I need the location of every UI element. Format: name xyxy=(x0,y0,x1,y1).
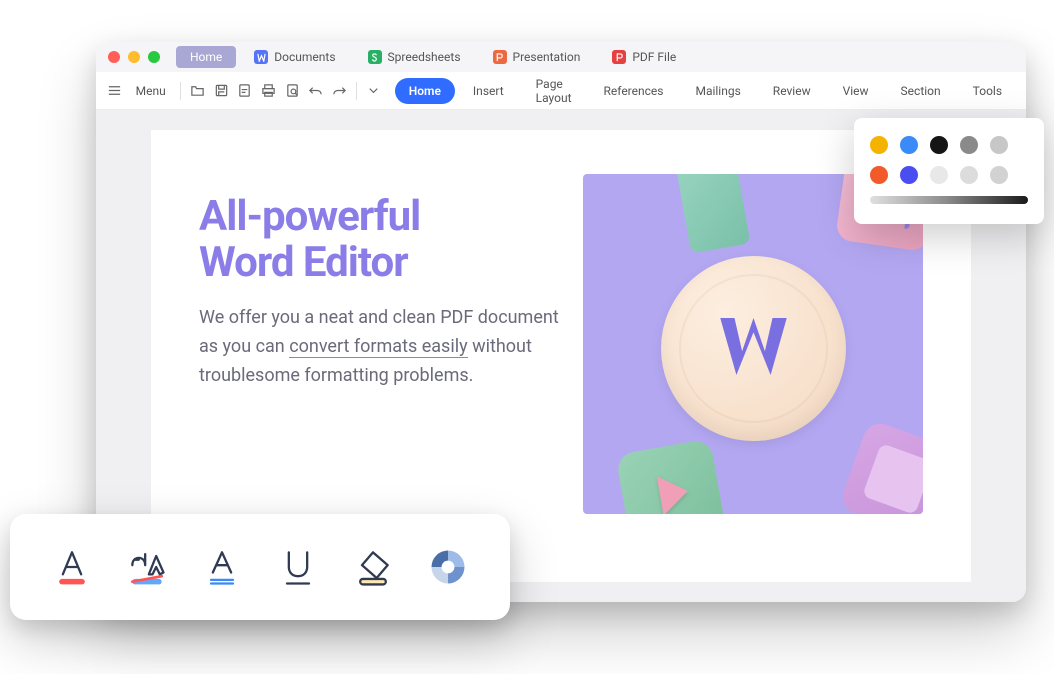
color-row-1 xyxy=(870,136,1028,154)
presentation-icon xyxy=(493,50,507,64)
ribbon-tab-page-layout[interactable]: Page Layout xyxy=(522,71,586,111)
gradient-slider[interactable] xyxy=(870,196,1028,204)
ribbon-tab-tools[interactable]: Tools xyxy=(959,78,1016,104)
print-icon[interactable] xyxy=(260,81,278,101)
app-tab-spreadsheets[interactable]: Spreedsheets xyxy=(354,46,475,68)
color-swatch[interactable] xyxy=(900,166,918,184)
app-tab-label: Spreedsheets xyxy=(388,50,461,64)
titlebar: Home Documents Spreedsheets Presentation… xyxy=(96,42,1026,72)
color-swatch[interactable] xyxy=(960,166,978,184)
ribbon-tab-mailings[interactable]: Mailings xyxy=(681,78,754,104)
app-tabs: Home Documents Spreedsheets Presentation… xyxy=(176,46,690,68)
ribbon-tab-view[interactable]: View xyxy=(829,78,883,104)
underline-button[interactable] xyxy=(270,539,326,595)
app-tab-label: PDF File xyxy=(632,50,676,64)
color-swatch[interactable] xyxy=(990,166,1008,184)
color-swatch[interactable] xyxy=(930,166,948,184)
ribbon-tab-home[interactable]: Home xyxy=(395,78,455,104)
eraser-button[interactable] xyxy=(345,539,401,595)
divider xyxy=(180,82,181,100)
text-color-button[interactable] xyxy=(44,539,100,595)
color-swatch[interactable] xyxy=(870,166,888,184)
color-swatch[interactable] xyxy=(870,136,888,154)
window-minimize-icon[interactable] xyxy=(128,51,140,63)
play-shape-icon xyxy=(615,438,726,514)
save-icon[interactable] xyxy=(212,81,230,101)
color-swatch[interactable] xyxy=(930,136,948,154)
shapes-button[interactable] xyxy=(420,539,476,595)
menu-button[interactable]: Menu xyxy=(130,84,172,98)
spreadsheets-icon xyxy=(368,50,382,64)
open-folder-icon[interactable] xyxy=(189,81,207,101)
title-line1: All-powerful xyxy=(199,192,420,241)
ribbon-tab-insert[interactable]: Insert xyxy=(459,78,518,104)
logo-coin-icon xyxy=(661,256,846,441)
app-tab-label: Documents xyxy=(274,50,335,64)
app-tab-pdf[interactable]: PDF File xyxy=(598,46,690,68)
document-image-column xyxy=(583,174,923,538)
wps-logo-icon xyxy=(706,299,801,398)
app-tab-home[interactable]: Home xyxy=(176,46,236,68)
app-tab-presentation[interactable]: Presentation xyxy=(479,46,595,68)
print-preview-icon[interactable] xyxy=(283,81,301,101)
hero-image[interactable] xyxy=(583,174,923,514)
redo-icon[interactable] xyxy=(331,81,349,101)
color-picker-panel xyxy=(854,118,1044,224)
undo-icon[interactable] xyxy=(307,81,325,101)
documents-icon xyxy=(254,50,268,64)
pdf-icon xyxy=(612,50,626,64)
color-swatch[interactable] xyxy=(990,136,1008,154)
ribbon-tab-section[interactable]: Section xyxy=(887,78,955,104)
text-outline-button[interactable] xyxy=(194,539,250,595)
toolbar: Menu Home Insert Page Layout References … xyxy=(96,72,1026,110)
body-underlined: convert formats easily xyxy=(289,336,467,358)
color-swatch[interactable] xyxy=(900,136,918,154)
document-title: All-powerful Word Editor xyxy=(199,194,559,286)
image-shape-icon xyxy=(838,419,923,514)
divider xyxy=(356,82,357,100)
hamburger-icon[interactable] xyxy=(106,81,124,101)
app-tab-label: Presentation xyxy=(513,50,581,64)
color-row-2 xyxy=(870,166,1028,184)
app-tab-documents[interactable]: Documents xyxy=(240,46,349,68)
color-swatch[interactable] xyxy=(960,136,978,154)
window-maximize-icon[interactable] xyxy=(148,51,160,63)
document-body: We offer you a neat and clean PDF docume… xyxy=(199,304,559,390)
app-tab-label: Home xyxy=(190,50,222,64)
title-line2: Word Editor xyxy=(199,238,408,287)
ribbon-shape-icon xyxy=(676,174,751,254)
format-toolbar xyxy=(10,514,510,620)
dropdown-icon[interactable] xyxy=(365,81,383,101)
highlighter-button[interactable] xyxy=(119,539,175,595)
document-text-column: All-powerful Word Editor We offer you a … xyxy=(199,174,559,538)
export-pdf-icon[interactable] xyxy=(236,81,254,101)
ribbon-tabs: Home Insert Page Layout References Maili… xyxy=(395,71,1016,111)
ribbon-tab-review[interactable]: Review xyxy=(759,78,825,104)
ribbon-tab-references[interactable]: References xyxy=(590,78,678,104)
window-close-icon[interactable] xyxy=(108,51,120,63)
